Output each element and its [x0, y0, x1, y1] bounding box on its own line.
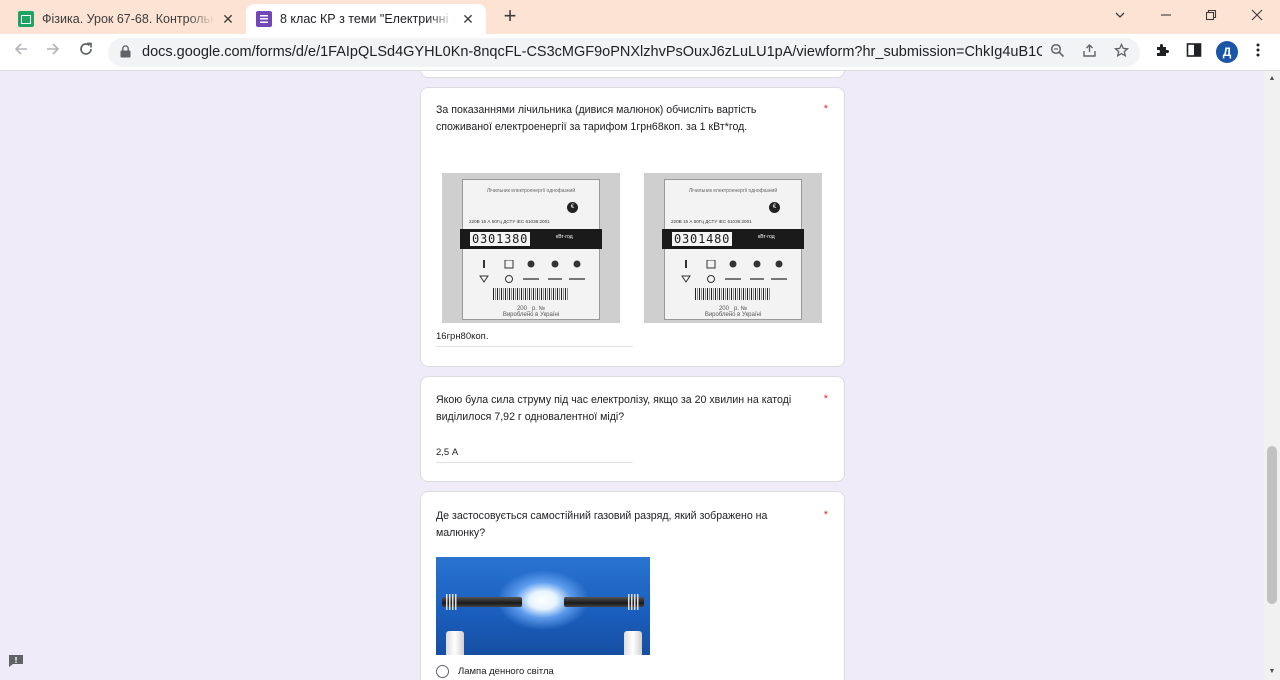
- option-daylight-lamp[interactable]: Лампа денного світла: [436, 665, 554, 678]
- previous-question-card: [420, 71, 845, 78]
- question-card-meters: За показаннями лічильника (дивися малюно…: [420, 87, 845, 367]
- profile-avatar[interactable]: Д: [1216, 41, 1238, 63]
- meter-spec: 220В 15 А 50Гц ДСТУ IEC 61036:2001: [469, 219, 550, 224]
- barcode: [493, 288, 569, 300]
- meter-symbols-icon: [479, 260, 585, 283]
- lock-icon[interactable]: [120, 45, 131, 58]
- question-card-electrolysis: Якою була сила струму під час електроліз…: [420, 376, 845, 482]
- restore-icon[interactable]: [1201, 6, 1221, 26]
- answer-field[interactable]: 16грн80коп.: [436, 331, 633, 347]
- barcode: [695, 288, 771, 300]
- meter-image-after: Лічильник електроенергії однофазний € 22…: [644, 173, 822, 323]
- zoom-icon[interactable]: [1048, 43, 1066, 61]
- back-icon[interactable]: [10, 41, 32, 63]
- tab-search-icon[interactable]: [1110, 6, 1130, 26]
- required-asterisk: *: [823, 509, 828, 521]
- close-window-icon[interactable]: [1247, 6, 1267, 26]
- meter-header: Лічильник електроенергії однофазний: [486, 188, 576, 194]
- meter-image-before: Лічильник електроенергії однофазний € 22…: [442, 173, 620, 323]
- address-bar[interactable]: docs.google.com/forms/d/e/1FAIpQLSd4GYHL…: [108, 38, 1140, 67]
- meter-unit: кВт·год: [758, 234, 775, 240]
- minimize-icon[interactable]: [1156, 6, 1176, 26]
- question-title: Якою була сила струму під час електроліз…: [436, 394, 792, 423]
- question-title: Де застосовується самостійний газовий ра…: [436, 510, 768, 539]
- arc-discharge-image: [436, 557, 650, 655]
- meter-reading: 0301380: [470, 232, 531, 246]
- scroll-down-icon[interactable]: ▼: [1264, 664, 1280, 680]
- reload-icon[interactable]: [75, 41, 97, 63]
- extensions-icon[interactable]: [1152, 42, 1172, 62]
- side-panel-icon[interactable]: [1184, 42, 1204, 62]
- url-text[interactable]: docs.google.com/forms/d/e/1FAIpQLSd4GYHL…: [142, 44, 1042, 60]
- browser-toolbar: docs.google.com/forms/d/e/1FAIpQLSd4GYHL…: [0, 34, 1280, 71]
- meter-header: Лічильник електроенергії однофазний: [688, 188, 778, 194]
- scroll-up-icon[interactable]: ▲: [1264, 71, 1280, 87]
- forms-icon: [256, 11, 272, 27]
- required-asterisk: *: [823, 393, 828, 405]
- scroll-thumb[interactable]: [1267, 446, 1277, 604]
- meter-unit: кВт·год: [556, 234, 573, 240]
- meter-spec: 220В 15 А 50Гц ДСТУ IEC 61036:2001: [671, 219, 752, 224]
- tab-sheets[interactable]: Фізика. Урок 67-68. Контрольна робота ✕: [8, 4, 246, 34]
- share-icon[interactable]: [1080, 43, 1098, 61]
- bookmark-star-icon[interactable]: [1112, 42, 1130, 61]
- tab-strip: Фізика. Урок 67-68. Контрольна робота ✕ …: [0, 0, 1280, 34]
- tab-forms[interactable]: 8 клас КР з теми "Електричні явища" ✕: [246, 4, 486, 34]
- close-tab-icon[interactable]: ✕: [220, 11, 236, 28]
- required-asterisk: *: [823, 103, 828, 115]
- question-card-gas-discharge: Де застосовується самостійний газовий ра…: [420, 491, 845, 680]
- page-scrollbar[interactable]: ▲ ▼: [1264, 71, 1280, 680]
- meter-producer: Вироблено в Україні: [704, 312, 762, 318]
- option-label: Лампа денного світла: [458, 666, 554, 677]
- feedback-icon[interactable]: [8, 654, 24, 668]
- meter-symbols-icon: [681, 260, 787, 283]
- form-page: За показаннями лічильника (дивися малюно…: [0, 71, 1264, 680]
- certification-mark: €: [769, 202, 780, 213]
- radio-button[interactable]: [436, 665, 449, 678]
- tab-title: 8 клас КР з теми "Електричні явища": [280, 12, 454, 26]
- answer-field[interactable]: 2,5 А: [436, 447, 633, 463]
- question-title: За показаннями лічильника (дивися малюно…: [436, 104, 757, 133]
- new-tab-button[interactable]: +: [498, 5, 522, 29]
- forward-icon[interactable]: [42, 41, 64, 63]
- menu-icon[interactable]: [1248, 42, 1268, 62]
- certification-mark: €: [567, 202, 578, 213]
- sheets-icon: [18, 11, 34, 27]
- meter-producer: Вироблено в Україні: [502, 312, 560, 318]
- close-tab-icon[interactable]: ✕: [460, 11, 476, 28]
- meter-reading: 0301480: [672, 232, 733, 246]
- tab-title: Фізика. Урок 67-68. Контрольна робота: [42, 12, 214, 26]
